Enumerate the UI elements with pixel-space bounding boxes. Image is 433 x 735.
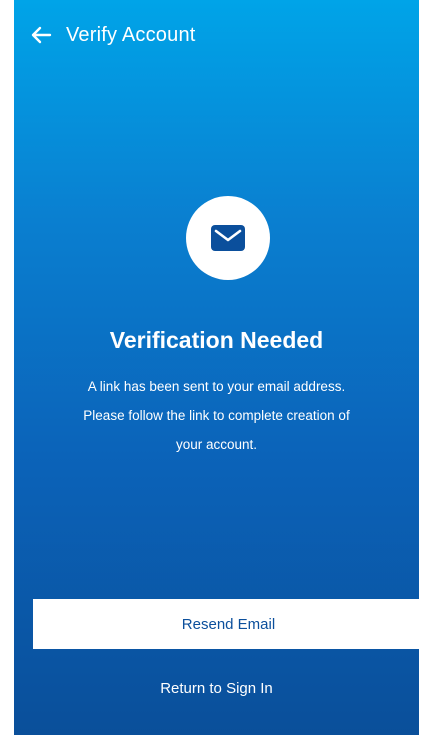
back-button[interactable] <box>26 20 56 50</box>
message-line: your account. <box>175 437 258 452</box>
mail-icon-badge <box>186 196 270 280</box>
message-line: A link has been sent to your email addre… <box>87 379 346 394</box>
resend-email-button[interactable]: Resend Email <box>33 599 419 649</box>
arrow-left-icon <box>31 26 52 44</box>
page-title: Verify Account <box>66 24 196 46</box>
verification-message: A link has been sent to your email addre… <box>44 372 389 459</box>
envelope-icon <box>211 225 245 251</box>
app-bar: Verify Account <box>14 0 419 70</box>
message-line: Please follow the link to complete creat… <box>83 408 350 423</box>
verification-heading: Verification Needed <box>109 327 324 353</box>
verify-account-screen: Verify Account Verification Needed A lin… <box>14 0 419 735</box>
return-to-sign-in-link[interactable]: Return to Sign In <box>14 676 419 702</box>
